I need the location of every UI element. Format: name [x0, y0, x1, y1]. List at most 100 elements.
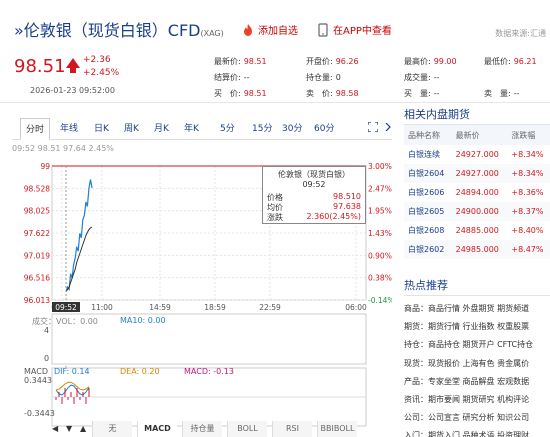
quote-field-value: 96.21	[513, 57, 537, 66]
quote-field: 结算价: --	[214, 72, 249, 83]
hot-link-row[interactable]: 入门：期货入门 品种术语 投资理财	[404, 427, 550, 437]
contract-price: 24885.000	[455, 226, 499, 235]
table-row[interactable]: 白银2604 24927.000 +8.34%	[404, 164, 550, 183]
scroll-left-button[interactable]: ◀	[52, 424, 58, 433]
quote-field: 开盘价: 96.26	[306, 56, 359, 67]
pct-tick-label: 0.90%	[368, 251, 392, 260]
quote-field-value: --	[433, 89, 440, 98]
tab-period[interactable]: 分时	[20, 118, 51, 140]
macd-value: MACD: -0.13	[184, 367, 234, 376]
macd-tick-top: 0.3443	[24, 376, 52, 385]
vol-tick-bottom: 0	[44, 354, 50, 363]
hot-category: 入门：	[404, 431, 428, 437]
contract-change: +8.36%	[511, 188, 544, 197]
hot-category: 现货：	[404, 358, 428, 368]
hot-category: 期货：	[404, 322, 428, 332]
tab-indicator[interactable]: BOLL	[227, 421, 267, 437]
macd-title: MACD	[24, 367, 48, 376]
table-row[interactable]: 白银2606 24894.000 +8.36%	[404, 183, 550, 202]
quote-field-label: 最新价:	[214, 57, 241, 66]
view-in-app-button[interactable]: 在APP中查看	[316, 22, 392, 37]
pct-tick-label: 0.38%	[368, 274, 392, 283]
related-title: 相关内盘期货	[404, 105, 550, 125]
tab-period[interactable]: 15分	[252, 118, 272, 140]
view-in-app-label: 在APP中查看	[333, 26, 392, 37]
ohlc-readout: 09:52 98.51 97.64 2.45%	[12, 144, 114, 153]
hot-link-row[interactable]: 期货：期货行情 行业指数 权重股票	[404, 318, 550, 336]
scroll-up-button[interactable]: ▲	[80, 424, 86, 433]
quote-field-label: 开盘价:	[306, 57, 333, 66]
x-tick-label: 22:59	[259, 303, 281, 312]
hot-link-row[interactable]: 产品：专家坐堂 商品解盘 宏观数据	[404, 373, 550, 391]
table-row[interactable]: 白银连续 24927.000 +8.34%	[404, 145, 550, 164]
quote-field: 最新价: 98.51	[214, 56, 267, 67]
hot-links[interactable]: 期货行情 行业指数 权重股票	[428, 322, 529, 331]
hot-links[interactable]: 专家坐堂 商品解盘 宏观数据	[428, 377, 529, 386]
contract-price: 24927.000	[455, 169, 499, 178]
pct-tick-label: 3.00%	[368, 162, 392, 171]
tab-period[interactable]: 月K	[154, 118, 169, 140]
hot-links[interactable]: 商品行情 外盘期货 期货频道	[428, 304, 529, 313]
quote-field-label: 买 量:	[404, 89, 431, 98]
y-tick-label: 96.013	[24, 296, 50, 305]
tooltip-label: 涨跌	[267, 213, 283, 222]
hot-links[interactable]: 公司宣言 研究分析 知识公司	[428, 413, 529, 422]
hot-link-row[interactable]: 持仓：商品持仓 期货开户 CFTC持仓	[404, 336, 550, 354]
scroll-down-button[interactable]: ▼	[66, 424, 72, 433]
quote-field: 买 价: 98.51	[214, 88, 267, 99]
contract-name[interactable]: 白银2605	[404, 202, 452, 221]
tooltip: 伦敦银（现货白银） 09:52 价格 98.510 均价 97.638 涨跌 2.36…	[262, 166, 366, 224]
hot-links[interactable]: 期市要闻 期货研究 机构评论	[428, 395, 529, 404]
pct-tick-label: 2.47%	[368, 184, 392, 193]
table-row[interactable]: 白银2605 24900.000 +8.37%	[404, 202, 550, 221]
fullscreen-icon[interactable]	[368, 122, 378, 132]
hot-title: 热点推荐	[404, 276, 550, 296]
hot-links[interactable]: 现货报价 上海有色 贵金属价	[428, 359, 529, 368]
tab-indicator[interactable]: MACD	[137, 421, 177, 437]
hot-link-row[interactable]: 商品：商品行情 外盘期货 期货频道	[404, 300, 550, 318]
x-tick-label: 06:00	[345, 303, 367, 312]
hot-link-row[interactable]: 公司：公司宣言 研究分析 知识公司	[404, 409, 550, 427]
tooltip-value: 98.510	[333, 192, 361, 201]
tab-period[interactable]: 年线	[60, 118, 78, 140]
pct-tick-label: -0.14%	[368, 296, 392, 305]
contract-name[interactable]: 白银连续	[404, 145, 452, 164]
contract-price: 24894.000	[455, 188, 499, 197]
tab-indicator[interactable]: 无	[92, 421, 132, 437]
contract-change: +8.40%	[511, 226, 544, 235]
related-futures-panel: 相关内盘期货 品种名称 最新价 涨跌幅 白银连续 24927.000 +8.34% 白…	[404, 105, 550, 259]
tab-period[interactable]: 5分	[220, 118, 235, 140]
contract-name[interactable]: 白银2606	[404, 183, 452, 202]
time-marker-label: 09:52	[55, 303, 77, 312]
table-row[interactable]: 白银2608 24885.000 +8.40%	[404, 221, 550, 240]
tab-indicator[interactable]: RSI	[272, 421, 312, 437]
price-change-pct: +2.45%	[83, 68, 120, 78]
contract-change: +8.34%	[511, 150, 544, 159]
tab-indicator[interactable]: 持仓量	[182, 421, 222, 437]
hot-category: 资讯：	[404, 394, 428, 404]
hot-links[interactable]: 商品持仓 期货开户 CFTC持仓	[428, 340, 533, 349]
hot-link-row[interactable]: 资讯：期市要闻 期货研究 机构评论	[404, 391, 550, 409]
tab-period[interactable]: 60分	[314, 118, 334, 140]
quote-field: 卖 价: 98.58	[306, 88, 359, 99]
quote-field: 最低价: 96.21	[484, 56, 537, 67]
quote-datetime: 2026-01-23 09:52:00	[30, 86, 115, 95]
tooltip-label: 均价	[267, 203, 283, 212]
contract-name[interactable]: 白银2604	[404, 164, 452, 183]
tab-period[interactable]: 年K	[184, 118, 199, 140]
quote-field: 成交量: --	[404, 72, 439, 83]
table-row[interactable]: 白银2602 24985.000 +8.47%	[404, 240, 550, 259]
add-watchlist-button[interactable]: 添加自选	[241, 22, 298, 37]
macd-tick-bottom: -0.3443	[24, 409, 55, 418]
instrument-name: »伦敦银（现货白银）CFD	[14, 21, 201, 40]
chevron-right-icon[interactable]	[384, 123, 392, 131]
tab-indicator[interactable]: BBIBOLL	[317, 421, 357, 437]
tab-period[interactable]: 30分	[282, 118, 302, 140]
macd-dif: DIF: 0.14	[54, 367, 90, 376]
tab-period[interactable]: 日K	[94, 118, 109, 140]
contract-name[interactable]: 白银2608	[404, 221, 452, 240]
hot-link-row[interactable]: 现货：现货报价 上海有色 贵金属价	[404, 355, 550, 373]
hot-links[interactable]: 期货入门 品种术语 投资理财	[428, 431, 529, 437]
contract-name[interactable]: 白银2602	[404, 240, 452, 259]
tab-period[interactable]: 周K	[124, 118, 139, 140]
